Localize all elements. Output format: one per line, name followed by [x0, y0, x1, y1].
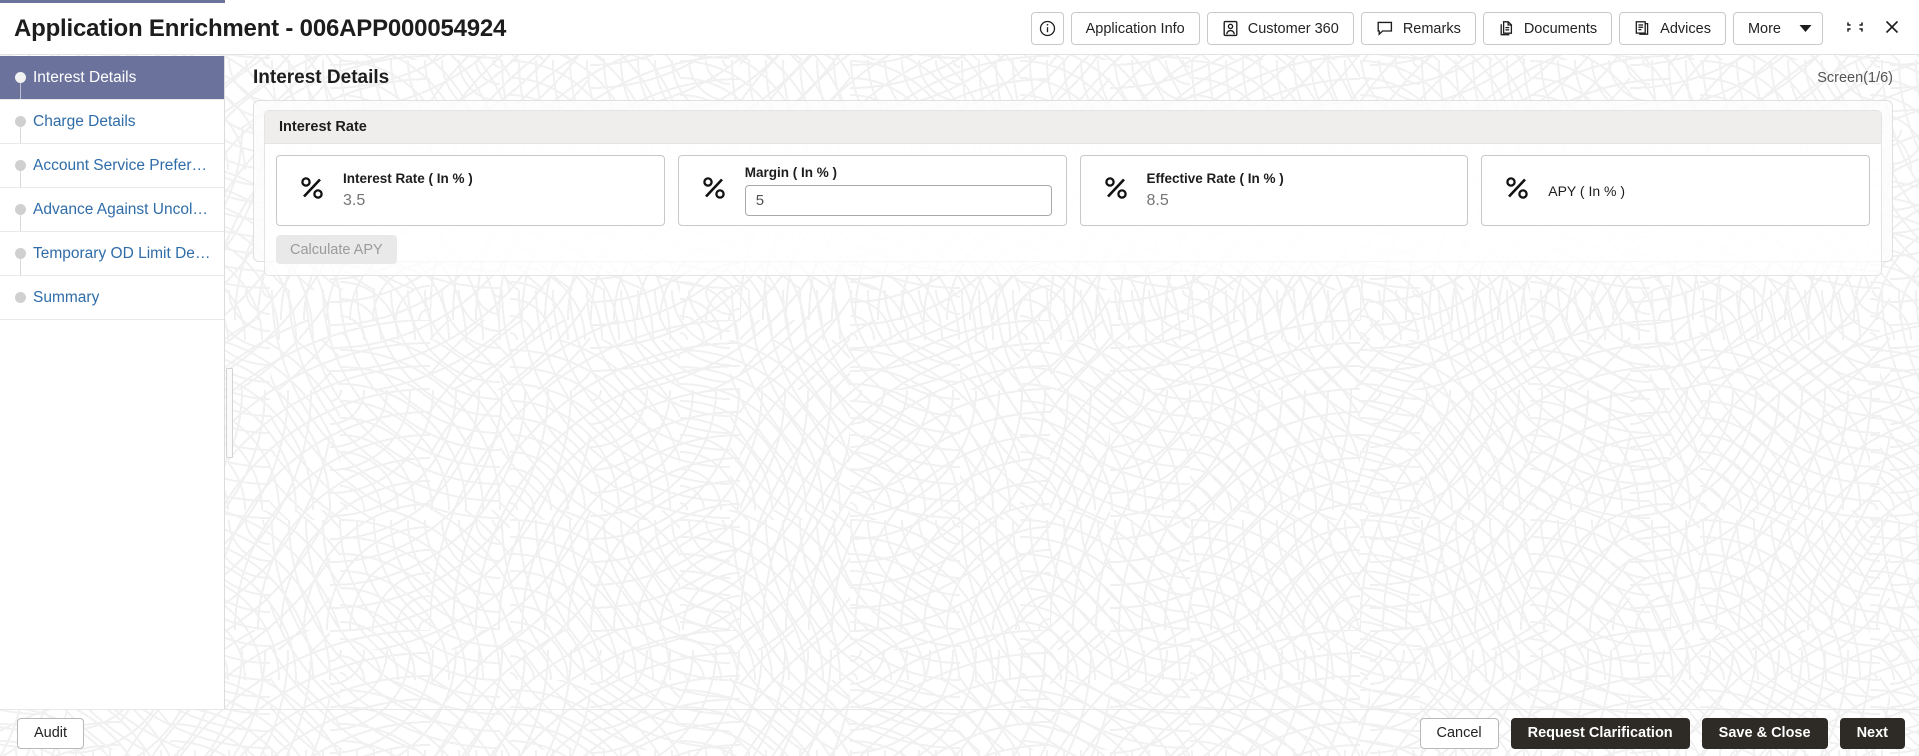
advices-icon — [1634, 20, 1651, 37]
margin-input[interactable] — [744, 185, 1052, 216]
apy-body: APY ( In % ) — [1548, 183, 1855, 199]
sidebar-item-interest-details[interactable]: Interest Details — [0, 56, 224, 100]
section-title: Interest Rate — [279, 119, 367, 135]
remarks-button[interactable]: Remarks — [1360, 12, 1476, 45]
sidebar-item-label: Account Service Preference — [33, 156, 211, 174]
advices-button[interactable]: Advices — [1619, 12, 1726, 45]
percent-icon — [1101, 173, 1131, 208]
effective-rate-body: Effective Rate ( In % ) 8.5 — [1147, 171, 1454, 210]
percent-icon — [1502, 173, 1532, 208]
effective-rate-value: 8.5 — [1146, 192, 1169, 209]
sidebar-item-temporary-od-limit-details[interactable]: Temporary OD Limit Details — [0, 232, 224, 276]
customer-360-button[interactable]: Customer 360 — [1206, 12, 1354, 45]
customer-360-label: Customer 360 — [1247, 20, 1339, 37]
documents-icon — [1498, 20, 1515, 37]
section-header: Interest Rate — [265, 111, 1881, 144]
header-actions: Application Info Customer 360 Remarks Do… — [1030, 12, 1907, 45]
step-dot-icon — [15, 160, 26, 171]
stat-card-row: Interest Rate ( In % ) 3.5 Margin (In %… — [276, 155, 1870, 226]
sidebar-item-charge-details[interactable]: Charge Details — [0, 100, 224, 144]
margin-body: Margin ( In % ) — [744, 165, 1052, 216]
sidebar-item-label: Interest Details — [33, 68, 137, 86]
step-dot-icon — [15, 292, 26, 303]
section-body: Interest Rate ( In % ) 3.5 Margin (In %… — [265, 144, 1881, 226]
interest-rate-card: Interest Rate ( In % ) 3.5 — [276, 155, 665, 226]
application-window: Application Enrichment - 006APP000054924… — [0, 0, 1919, 756]
sidebar-item-label: Temporary OD Limit Details — [33, 244, 211, 262]
percent-icon — [699, 173, 729, 208]
close-icon — [1883, 18, 1901, 39]
request-clarification-button[interactable]: Request Clarification — [1510, 717, 1690, 749]
collapse-window-button[interactable] — [1840, 14, 1870, 44]
sidebar-scrollbar-thumb[interactable] — [226, 368, 233, 458]
calculate-row: Calculate APY — [265, 226, 1881, 275]
calculate-apy-button[interactable]: Calculate APY — [276, 235, 397, 264]
window-header: Application Enrichment - 006APP000054924… — [0, 3, 1919, 55]
interest-rate-body: Interest Rate ( In % ) 3.5 — [343, 171, 650, 210]
documents-button[interactable]: Documents — [1482, 12, 1613, 45]
page-title-header: Application Enrichment - 006APP000054924 — [14, 14, 507, 42]
comment-icon — [1376, 20, 1394, 37]
footer-bar: Audit Cancel Request Clarification Save … — [0, 709, 1919, 756]
footer-actions: Cancel Request Clarification Save & Clos… — [1419, 717, 1905, 749]
application-info-icon-button[interactable] — [1030, 12, 1064, 45]
advices-label: Advices — [1660, 20, 1711, 37]
sidebar-item-label: Summary — [33, 288, 100, 306]
sidebar-item-label: Charge Details — [33, 112, 136, 130]
page-header: Interest Details Screen(1/6) — [226, 56, 1919, 100]
info-circle-icon — [1039, 20, 1056, 37]
effective-rate-card: Effective Rate ( In % ) 8.5 — [1079, 155, 1469, 226]
percent-icon — [297, 173, 327, 208]
next-button[interactable]: Next — [1839, 717, 1905, 749]
interest-rate-section: Interest Rate Interest Rate (In %) 3.5… — [264, 110, 1882, 276]
effective-rate-label: Effective Rate ( In % ) — [1146, 171, 1284, 186]
save-and-close-button[interactable]: Save & Close — [1701, 717, 1828, 749]
interest-rate-label: Interest Rate ( In % ) — [343, 171, 473, 186]
step-dot-icon — [15, 116, 26, 127]
more-button[interactable]: More — [1732, 12, 1823, 45]
collapse-icon — [1846, 18, 1864, 39]
apy-card: APY ( In % ) — [1481, 155, 1870, 226]
more-label: More — [1747, 20, 1781, 37]
content-card: Interest Rate Interest Rate (In %) 3.5… — [253, 100, 1893, 276]
audit-button[interactable]: Audit — [17, 717, 85, 749]
application-info-label: Application Info — [1085, 20, 1185, 37]
screen-counter: Screen(1/6) — [1817, 70, 1893, 86]
interest-rate-value: 3.5 — [343, 192, 366, 209]
user-square-icon — [1222, 20, 1239, 37]
sidebar-item-advance-against-uncollected-funds[interactable]: Advance Against Uncollected Funds — [0, 188, 224, 232]
step-dot-icon — [15, 72, 26, 83]
documents-label: Documents — [1523, 20, 1598, 37]
application-info-button[interactable]: Application Info — [1070, 12, 1200, 45]
cancel-button[interactable]: Cancel — [1419, 717, 1499, 749]
remarks-label: Remarks — [1402, 20, 1461, 37]
sidebar-navigation: Interest Details Charge Details Account … — [0, 56, 225, 709]
margin-card: Margin ( In % ) — [677, 155, 1067, 226]
sidebar-item-summary[interactable]: Summary — [0, 276, 224, 320]
margin-label: Margin ( In % ) — [744, 165, 837, 180]
step-dot-icon — [15, 248, 26, 259]
page-title: Interest Details — [253, 67, 390, 88]
sidebar-item-account-service-preference[interactable]: Account Service Preference — [0, 144, 224, 188]
sidebar-item-label: Advance Against Uncollected Funds — [33, 200, 211, 218]
main-content: Interest Details Screen(1/6) Interest Ra… — [226, 56, 1919, 709]
step-dot-icon — [15, 204, 26, 215]
apy-label: APY ( In % ) — [1548, 182, 1626, 199]
sidebar-scrollbar[interactable] — [226, 56, 233, 709]
close-window-button[interactable] — [1877, 14, 1907, 44]
chevron-down-icon — [1799, 24, 1812, 33]
